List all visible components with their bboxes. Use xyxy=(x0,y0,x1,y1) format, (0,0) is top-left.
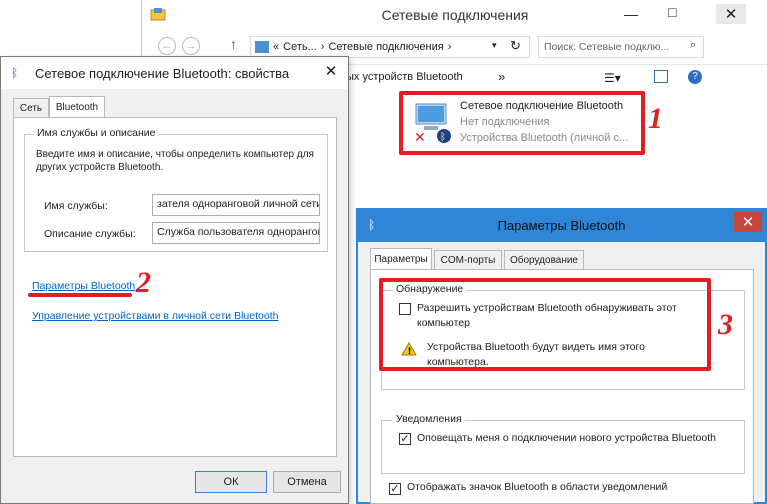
breadcrumb-item-connections[interactable]: Сетевые подключения xyxy=(328,41,443,53)
tab-hardware[interactable]: Оборудование xyxy=(504,250,584,270)
dialog-title: Сетевое подключение Bluetooth: свойства xyxy=(35,66,290,81)
tab-network[interactable]: Сеть xyxy=(13,98,49,118)
dropdown-chevron-icon[interactable]: ▾ xyxy=(492,40,497,51)
group-service-description: Введите имя и описание, чтобы определить… xyxy=(36,149,314,173)
close-icon[interactable]: ✕ xyxy=(716,4,746,24)
minimize-icon[interactable]: — xyxy=(624,6,638,22)
annotation-number-1: 1 xyxy=(648,102,663,135)
close-icon[interactable]: ✕ xyxy=(319,61,343,81)
title-bar: Сетевые подключения — □ ✕ xyxy=(142,0,767,30)
notify-checkbox[interactable]: ✓ xyxy=(399,433,411,445)
annotation-number-3: 3 xyxy=(718,308,733,341)
forward-arrow-icon[interactable]: → xyxy=(182,37,200,55)
service-name-value: зателя одноранговой личной сети xyxy=(157,198,320,210)
properties-dialog: ᛒ Сетевое подключение Bluetooth: свойств… xyxy=(0,56,349,504)
up-arrow-icon[interactable]: ↑ xyxy=(230,36,237,52)
preview-pane-icon[interactable] xyxy=(654,70,668,83)
service-desc-label: Описание службы: xyxy=(44,228,136,240)
close-icon[interactable]: ✕ xyxy=(734,212,762,232)
annotation-box-3 xyxy=(379,278,711,371)
tab-com-ports[interactable]: COM-порты xyxy=(434,250,502,270)
annotation-number-2: 2 xyxy=(136,266,151,299)
link-bluetooth-settings[interactable]: Параметры Bluetooth xyxy=(32,280,135,292)
bluetooth-icon: ᛒ xyxy=(11,66,19,80)
maximize-icon[interactable]: □ xyxy=(668,4,676,20)
service-name-field[interactable]: зателя одноранговой личной сети xyxy=(152,194,320,216)
annotation-underline-2 xyxy=(28,293,132,297)
ok-button[interactable]: ОК xyxy=(195,471,267,493)
help-icon[interactable]: ? xyxy=(688,70,702,84)
toolbar-item-bt-devices[interactable]: ых устройств Bluetooth xyxy=(346,71,463,83)
back-arrow-icon[interactable]: ← xyxy=(158,37,176,55)
chevron-right-icon[interactable]: › xyxy=(448,41,452,53)
tray-icon-checkbox[interactable]: ✓ xyxy=(389,483,401,495)
search-placeholder: Поиск: Сетевые подклю... xyxy=(544,41,670,53)
dialog-title-bar: ᛒ Сетевое подключение Bluetooth: свойств… xyxy=(1,57,348,89)
breadcrumb-separator: › xyxy=(320,41,325,53)
breadcrumb-separator: « xyxy=(273,41,280,53)
search-input[interactable]: Поиск: Сетевые подклю... xyxy=(538,36,704,58)
group-service-title: Имя службы и описание xyxy=(34,127,159,139)
group-notifications-title: Уведомления xyxy=(393,413,465,425)
notify-checkbox-label[interactable]: Оповещать меня о подключении нового устр… xyxy=(417,431,717,446)
tab-parameters[interactable]: Параметры xyxy=(370,248,432,270)
service-desc-field[interactable]: Служба пользователя одноранговс xyxy=(152,222,320,244)
search-icon[interactable]: ⌕ xyxy=(690,39,696,52)
network-icon xyxy=(255,41,269,53)
cancel-button[interactable]: Отмена xyxy=(273,471,341,493)
tray-icon-checkbox-label[interactable]: Отображать значок Bluetooth в области ув… xyxy=(407,481,667,493)
tab-bluetooth[interactable]: Bluetooth xyxy=(49,96,105,118)
group-notifications xyxy=(381,420,745,474)
bt-dialog-title: Параметры Bluetooth xyxy=(497,218,626,233)
link-manage-devices[interactable]: Управление устройствами в личной сети Bl… xyxy=(32,310,278,322)
tab-panel: Имя службы и описание Введите имя и опис… xyxy=(13,117,337,457)
breadcrumb[interactable]: « Сеть... › Сетевые подключения › xyxy=(250,36,530,58)
service-desc-value: Служба пользователя одноранговс xyxy=(157,226,320,238)
view-options-icon[interactable]: ☰▾ xyxy=(604,71,621,85)
annotation-box-1 xyxy=(399,91,645,155)
service-name-label: Имя службы: xyxy=(44,200,108,212)
refresh-icon[interactable]: ↻ xyxy=(510,38,521,54)
bt-dialog-title-bar: ᛒ Параметры Bluetooth ✕ xyxy=(358,210,765,242)
toolbar-more[interactable]: » xyxy=(498,69,505,84)
breadcrumb-item-network[interactable]: Сеть... xyxy=(283,41,317,53)
